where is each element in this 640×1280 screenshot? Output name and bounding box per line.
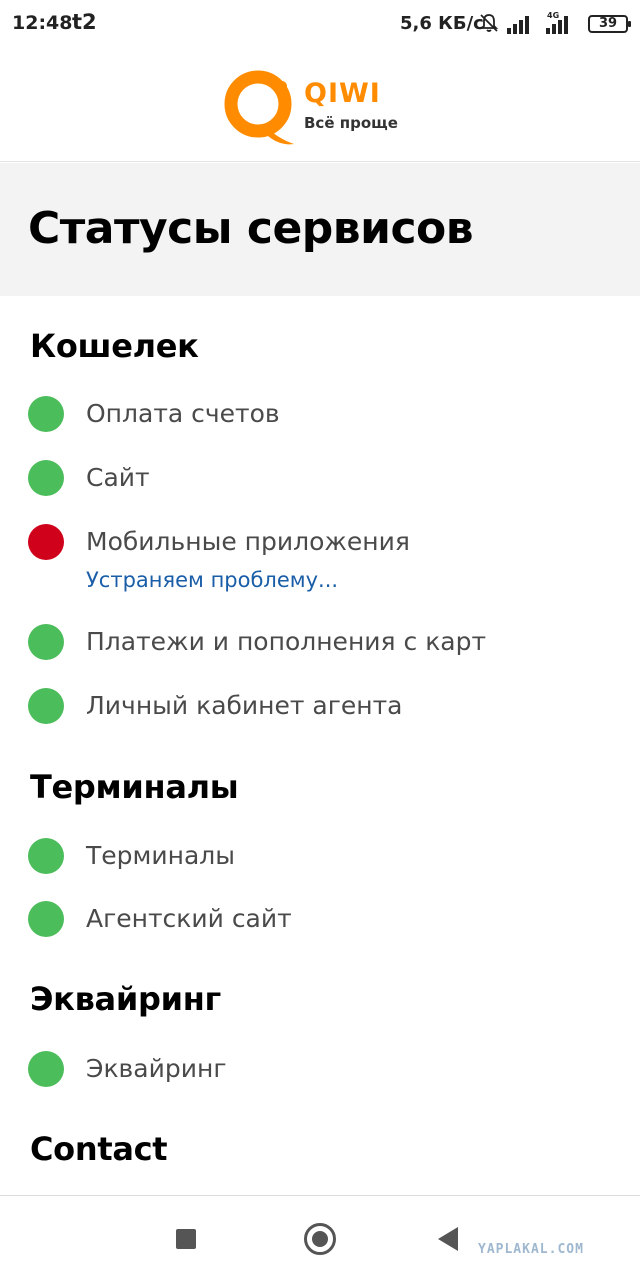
carrier-label: t2 — [72, 10, 97, 34]
bell-muted-icon — [479, 14, 499, 32]
section-title-acquiring: Эквайринг — [30, 980, 221, 1018]
service-label: Оплата счетов — [86, 399, 280, 428]
home-button[interactable] — [304, 1223, 336, 1255]
service-label: Платежи и пополнения с карт — [86, 627, 487, 656]
service-status-note: Устраняем проблему... — [86, 568, 339, 592]
signal-icon — [507, 16, 529, 34]
network-speed: 5,6 КБ/с — [400, 13, 484, 34]
logo-slogan: Всё проще — [304, 114, 398, 132]
page-title: Статусы сервисов — [28, 203, 474, 254]
service-item: Эквайринг — [28, 1047, 628, 1091]
service-item: Терминалы — [28, 834, 628, 878]
section-title-terminals: Терминалы — [30, 768, 239, 806]
section-title-wallet: Кошелек — [30, 327, 199, 365]
battery-level: 39 — [598, 16, 618, 31]
service-item: Платежи и пополнения с карт — [28, 620, 628, 664]
status-dot-ok — [28, 460, 64, 496]
qiwi-logo-icon — [224, 70, 294, 145]
service-label: Сайт — [86, 463, 150, 492]
service-label: Агентский сайт — [86, 904, 292, 933]
service-item: Личный кабинет агента — [28, 684, 628, 728]
service-label: Личный кабинет агента — [86, 691, 403, 720]
watermark: YAPLAKAL.COM — [478, 1242, 584, 1257]
qiwi-logo[interactable]: QIWI Всё проще — [220, 66, 400, 150]
status-dot-fail — [28, 524, 64, 560]
status-dot-ok — [28, 624, 64, 660]
status-bar: 12:48 t2 5,6 КБ/с 4G 39 — [0, 0, 640, 48]
service-label: Эквайринг — [86, 1054, 227, 1083]
section-title-contact: Contact — [30, 1130, 168, 1168]
recents-button[interactable] — [176, 1229, 196, 1249]
service-item: Сайт — [28, 456, 628, 500]
status-dot-ok — [28, 396, 64, 432]
signal-4g-icon — [546, 16, 568, 34]
logo-wordmark: QIWI — [304, 78, 381, 109]
service-label: Терминалы — [86, 841, 236, 870]
battery-icon: 39 — [588, 15, 631, 33]
system-nav-bar: YAPLAKAL.COM — [0, 1195, 640, 1280]
service-item: Оплата счетов — [28, 392, 628, 436]
page-title-band: Статусы сервисов — [0, 163, 640, 296]
back-button[interactable] — [438, 1227, 458, 1251]
service-item: Мобильные приложения Устраняем проблему.… — [28, 520, 628, 596]
service-item: Агентский сайт — [28, 897, 628, 941]
service-label: Мобильные приложения — [86, 527, 410, 556]
status-dot-ok — [28, 688, 64, 724]
status-dot-ok — [28, 838, 64, 874]
status-dot-ok — [28, 901, 64, 937]
status-time: 12:48 — [12, 12, 73, 34]
site-header: QIWI Всё проще — [0, 48, 640, 162]
status-dot-ok — [28, 1051, 64, 1087]
